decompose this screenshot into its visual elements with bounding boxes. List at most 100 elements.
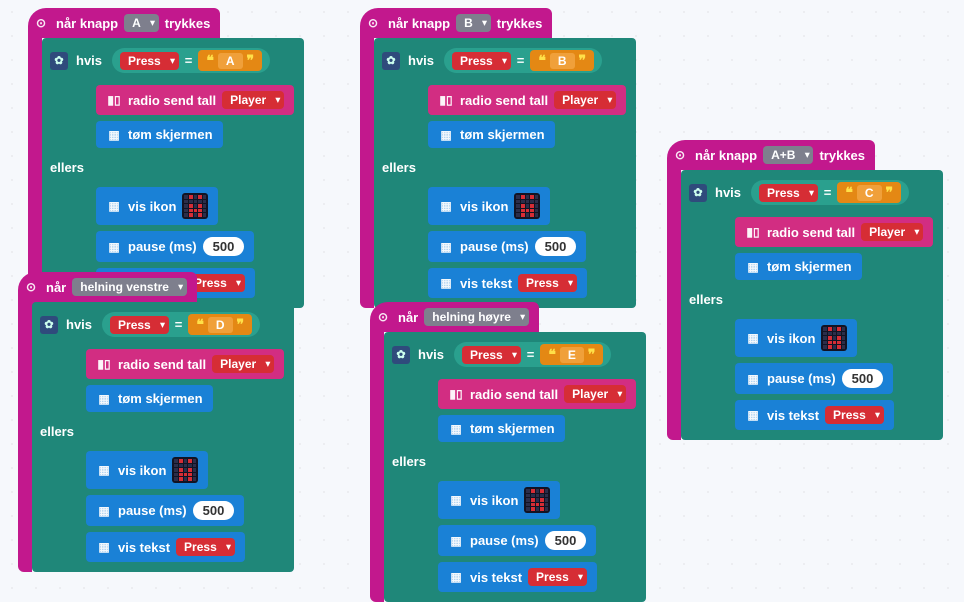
pause-value[interactable]: 500 bbox=[203, 237, 245, 256]
pause-value[interactable]: 500 bbox=[193, 501, 235, 520]
cmd-label: radio send tall bbox=[470, 387, 558, 402]
if-keyword: hvis bbox=[76, 53, 106, 68]
press-var-dropdown[interactable]: Press bbox=[120, 52, 179, 70]
player-var-dropdown[interactable]: Player bbox=[222, 91, 284, 109]
grid-icon: ▦ bbox=[448, 493, 464, 507]
clear-screen-block[interactable]: ▦ tøm skjermen bbox=[428, 121, 555, 148]
pause-value[interactable]: 500 bbox=[545, 531, 587, 550]
radio-send-block[interactable]: ▮▯ radio send tall Player bbox=[735, 217, 933, 247]
string-literal[interactable]: ❝E❞ bbox=[540, 344, 603, 365]
gear-icon[interactable] bbox=[689, 184, 707, 202]
grid-icon: ▦ bbox=[438, 128, 454, 142]
if-else-block[interactable]: hvis Press = ❝A❞ ▮▯ radio send tall Play… bbox=[42, 38, 304, 308]
if-else-block[interactable]: hvis Press = ❝C❞ ▮▯ radio send tall Play… bbox=[681, 170, 943, 440]
press-var-dropdown[interactable]: Press bbox=[518, 274, 577, 292]
hat-block[interactable]: når knapp A trykkes bbox=[28, 8, 220, 38]
radio-icon: ▮▯ bbox=[438, 93, 454, 107]
radio-send-block[interactable]: ▮▯ radio send tall Player bbox=[96, 85, 294, 115]
show-text-block[interactable]: ▦ vis tekst Press bbox=[735, 400, 894, 430]
press-var-dropdown[interactable]: Press bbox=[462, 346, 521, 364]
cmd-label: vis ikon bbox=[470, 493, 518, 508]
player-var-dropdown[interactable]: Player bbox=[564, 385, 626, 403]
pause-block[interactable]: ▦ pause (ms) 500 bbox=[428, 231, 586, 262]
script-stack-B[interactable]: når knapp B trykkes hvis Press = ❝B❞ ▮▯ … bbox=[360, 8, 636, 308]
pause-block[interactable]: ▦ pause (ms) 500 bbox=[96, 231, 254, 262]
hat-label: når knapp bbox=[388, 16, 450, 31]
show-icon-block[interactable]: ▦ vis ikon bbox=[428, 187, 550, 225]
grid-icon: ▦ bbox=[96, 504, 112, 518]
clear-screen-block[interactable]: ▦ tøm skjermen bbox=[96, 121, 223, 148]
gear-icon[interactable] bbox=[50, 52, 68, 70]
show-text-block[interactable]: ▦ vis tekst Press bbox=[86, 532, 245, 562]
clear-screen-block[interactable]: ▦ tøm skjermen bbox=[438, 415, 565, 442]
else-keyword: ellers bbox=[392, 454, 430, 469]
string-literal[interactable]: ❝D❞ bbox=[188, 314, 252, 335]
hat-block[interactable]: når knapp A+B trykkes bbox=[667, 140, 875, 170]
gesture-dropdown[interactable]: helning venstre bbox=[72, 278, 187, 296]
gear-icon[interactable] bbox=[392, 346, 410, 364]
else-slot: ▦ vis ikon ▦ pause (ms) 500 ▦ vis tekst … bbox=[436, 477, 638, 596]
show-icon-block[interactable]: ▦ vis ikon bbox=[438, 481, 560, 519]
hat-side bbox=[28, 38, 42, 308]
player-var-dropdown[interactable]: Player bbox=[861, 223, 923, 241]
press-var-dropdown[interactable]: Press bbox=[825, 406, 884, 424]
gesture-dropdown[interactable]: helning høyre bbox=[424, 308, 529, 326]
clear-screen-block[interactable]: ▦ tøm skjermen bbox=[86, 385, 213, 412]
op-label: = bbox=[517, 53, 525, 68]
radio-icon: ▮▯ bbox=[448, 387, 464, 401]
show-icon-block[interactable]: ▦ vis ikon bbox=[735, 319, 857, 357]
pause-block[interactable]: ▦ pause (ms) 500 bbox=[438, 525, 596, 556]
press-var-dropdown[interactable]: Press bbox=[110, 316, 169, 334]
pause-value[interactable]: 500 bbox=[535, 237, 577, 256]
if-else-block[interactable]: hvis Press = ❝B❞ ▮▯ radio send tall Play… bbox=[374, 38, 636, 308]
hat-block[interactable]: når knapp B trykkes bbox=[360, 8, 552, 38]
press-var-dropdown[interactable]: Press bbox=[759, 184, 818, 202]
press-var-dropdown[interactable]: Press bbox=[452, 52, 511, 70]
button-dropdown[interactable]: A bbox=[124, 14, 159, 32]
equals-operator[interactable]: Press = ❝B❞ bbox=[444, 48, 602, 73]
hat-block[interactable]: når helning høyre bbox=[370, 302, 539, 332]
press-var-dropdown[interactable]: Press bbox=[176, 538, 235, 556]
button-dropdown[interactable]: B bbox=[456, 14, 491, 32]
hat-label: når bbox=[398, 310, 418, 325]
show-text-block[interactable]: ▦ vis tekst Press bbox=[438, 562, 597, 592]
equals-operator[interactable]: Press = ❝C❞ bbox=[751, 180, 909, 205]
show-icon-block[interactable]: ▦ vis ikon bbox=[96, 187, 218, 225]
equals-operator[interactable]: Press = ❝A❞ bbox=[112, 48, 270, 73]
show-icon-block[interactable]: ▦ vis ikon bbox=[86, 451, 208, 489]
script-stack-A[interactable]: når knapp A trykkes hvis Press = ❝A❞ ▮▯ … bbox=[28, 8, 304, 308]
pause-block[interactable]: ▦ pause (ms) 500 bbox=[735, 363, 893, 394]
op-label: = bbox=[175, 317, 183, 332]
radio-icon: ▮▯ bbox=[745, 225, 761, 239]
equals-operator[interactable]: Press = ❝D❞ bbox=[102, 312, 260, 337]
radio-send-block[interactable]: ▮▯ radio send tall Player bbox=[438, 379, 636, 409]
cmd-label: vis tekst bbox=[767, 408, 819, 423]
else-keyword: ellers bbox=[382, 160, 420, 175]
grid-icon: ▦ bbox=[745, 331, 761, 345]
press-var-dropdown[interactable]: Press bbox=[528, 568, 587, 586]
string-literal[interactable]: ❝A❞ bbox=[198, 50, 262, 71]
string-literal[interactable]: ❝C❞ bbox=[837, 182, 901, 203]
equals-operator[interactable]: Press = ❝E❞ bbox=[454, 342, 611, 367]
script-stack-AB[interactable]: når knapp A+B trykkes hvis Press = ❝C❞ ▮… bbox=[667, 140, 943, 440]
pause-value[interactable]: 500 bbox=[842, 369, 884, 388]
if-else-block[interactable]: hvis Press = ❝E❞ ▮▯ radio send tall Play… bbox=[384, 332, 646, 602]
script-stack-L[interactable]: når helning venstre hvis Press = ❝D❞ ▮▯ … bbox=[18, 272, 294, 572]
player-var-dropdown[interactable]: Player bbox=[212, 355, 274, 373]
script-stack-R[interactable]: når helning høyre hvis Press = ❝E❞ ▮▯ ra… bbox=[370, 302, 646, 602]
hat-block[interactable]: når helning venstre bbox=[18, 272, 197, 302]
gear-icon[interactable] bbox=[382, 52, 400, 70]
radio-send-block[interactable]: ▮▯ radio send tall Player bbox=[86, 349, 284, 379]
hat-label2: trykkes bbox=[165, 16, 211, 31]
string-literal[interactable]: ❝B❞ bbox=[530, 50, 594, 71]
pause-block[interactable]: ▦ pause (ms) 500 bbox=[86, 495, 244, 526]
cmd-label: tøm skjermen bbox=[460, 127, 545, 142]
if-else-block[interactable]: hvis Press = ❝D❞ ▮▯ radio send tall Play… bbox=[32, 302, 294, 572]
gear-icon[interactable] bbox=[40, 316, 58, 334]
hat-label: når knapp bbox=[56, 16, 118, 31]
radio-send-block[interactable]: ▮▯ radio send tall Player bbox=[428, 85, 626, 115]
show-text-block[interactable]: ▦ vis tekst Press bbox=[428, 268, 587, 298]
player-var-dropdown[interactable]: Player bbox=[554, 91, 616, 109]
button-dropdown[interactable]: A+B bbox=[763, 146, 813, 164]
clear-screen-block[interactable]: ▦ tøm skjermen bbox=[735, 253, 862, 280]
